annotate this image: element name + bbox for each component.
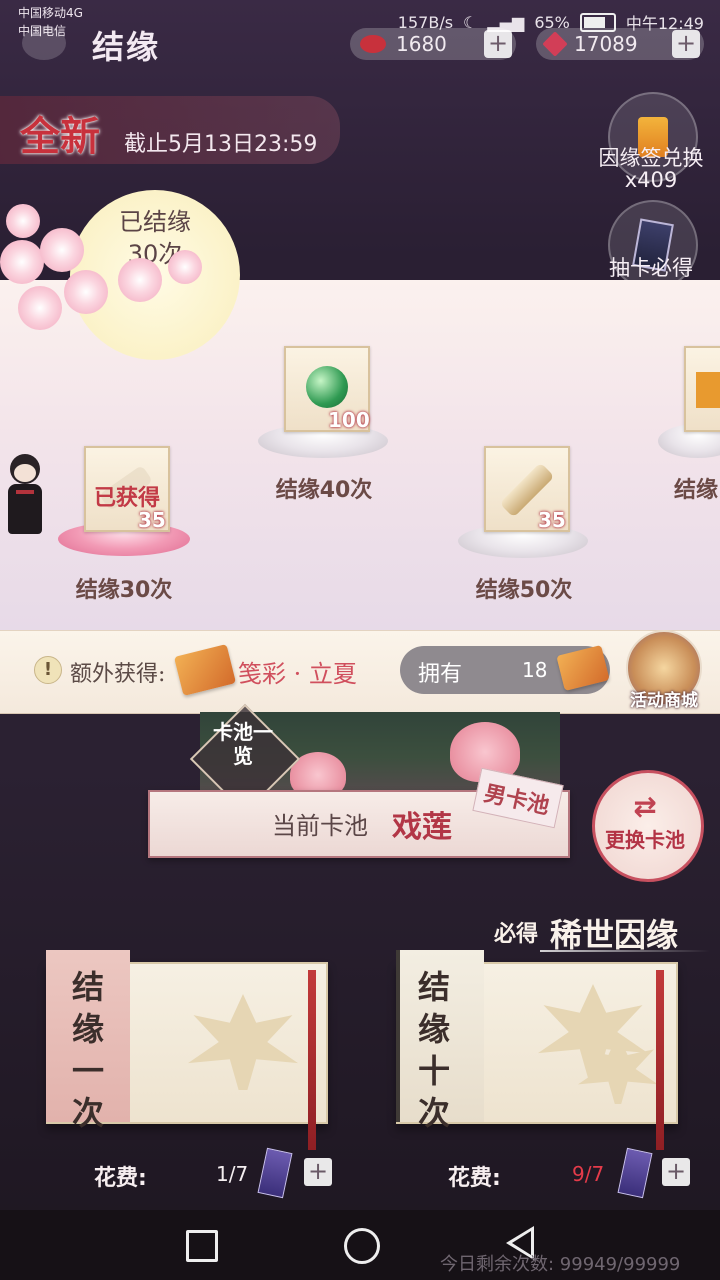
maple-leaf-icon xyxy=(188,994,298,1090)
recent-apps-icon[interactable] xyxy=(186,1230,218,1262)
cost-label: 花费: xyxy=(448,1166,501,1191)
home-icon[interactable] xyxy=(344,1228,380,1264)
cost-label: 花费: xyxy=(94,1166,147,1191)
milestone-label: 结缘50次 xyxy=(475,578,573,603)
event-shop-label: 活动商城 xyxy=(630,691,698,711)
current-pool-name: 戏莲 xyxy=(392,810,452,845)
cost-value: 9/7 xyxy=(572,1162,605,1186)
reward-count: 100 xyxy=(328,408,370,432)
guarantee-prefix: 必得 xyxy=(494,921,539,947)
pool-list-label: 卡池一览 xyxy=(213,720,273,768)
gift-icon xyxy=(696,372,720,408)
draw-ten-title: 结缘十次 xyxy=(417,968,450,1132)
blossom-icon xyxy=(18,286,62,330)
switch-pool-label: 更换卡池 xyxy=(605,828,685,852)
own-label: 拥有 xyxy=(418,662,463,687)
chibi-character xyxy=(2,454,48,546)
blossom-icon xyxy=(168,250,202,284)
blossom-icon xyxy=(40,228,84,272)
remaining-draws: 今日剩余次数: 99949/99999 xyxy=(440,1254,681,1275)
card-icon xyxy=(257,1147,293,1199)
add-jade-button[interactable]: + xyxy=(484,30,512,58)
divider xyxy=(540,950,710,952)
current-pool-label: 当前卡池 xyxy=(272,812,368,840)
coin-icon xyxy=(542,31,568,57)
milestone-label: 结缘30次 xyxy=(75,578,173,603)
milestone-label: 结缘 xyxy=(674,478,719,503)
exchange-count: x409 xyxy=(624,168,678,192)
jade-orb-icon xyxy=(306,366,348,408)
reward-count: 35 xyxy=(138,508,166,532)
jade-icon xyxy=(360,35,386,53)
resource-coin: 17089 + xyxy=(536,28,704,60)
carrier-1: 中国移动4G xyxy=(18,6,83,20)
blossom-icon xyxy=(64,270,108,314)
milestone-label: 结缘40次 xyxy=(275,478,373,503)
progress-text: 已结缘 30次 xyxy=(70,206,240,270)
swap-icon: ⇄ xyxy=(633,790,657,823)
new-badge: 全新 xyxy=(20,113,100,160)
cost-value: 1/7 xyxy=(216,1162,249,1186)
page-title: 结缘 xyxy=(92,28,161,66)
reward-card-next[interactable] xyxy=(684,346,720,432)
blossom-icon xyxy=(0,240,44,284)
progress-line-1: 已结缘 xyxy=(119,208,191,236)
jade-value: 1680 xyxy=(396,32,447,56)
add-card-button[interactable]: + xyxy=(304,1158,332,1186)
extra-label: 额外获得: xyxy=(70,662,166,687)
ribbon xyxy=(308,970,316,1150)
info-icon[interactable]: ! xyxy=(34,656,62,684)
reward-count: 35 xyxy=(538,508,566,532)
draw-once-title: 结缘一次 xyxy=(71,968,104,1132)
resource-jade: 1680 + xyxy=(350,28,516,60)
add-card-button[interactable]: + xyxy=(662,1158,690,1186)
event-deadline: 截止5月13日23:59 xyxy=(124,132,318,157)
back-button[interactable] xyxy=(22,26,66,60)
coin-value: 17089 xyxy=(574,32,638,56)
own-value: 18 xyxy=(522,658,548,682)
card-icon xyxy=(617,1147,653,1199)
guarantee-label: 抽卡必得 xyxy=(609,256,693,280)
blossom-icon xyxy=(6,204,40,238)
extra-item-name: 笺彩 · 立夏 xyxy=(238,660,357,688)
ribbon xyxy=(656,970,664,1150)
add-coin-button[interactable]: + xyxy=(672,30,700,58)
blossom-icon xyxy=(118,258,162,302)
